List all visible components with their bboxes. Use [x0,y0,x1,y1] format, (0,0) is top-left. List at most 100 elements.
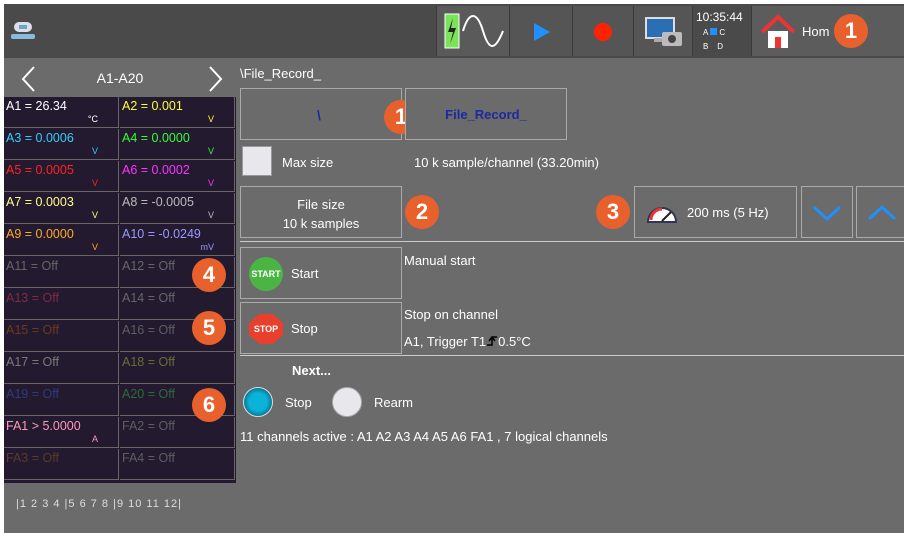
status-clock: 10:35:44 A C B D [692,6,751,56]
status-d: D [717,42,724,51]
start-mode: Manual start [404,253,476,268]
stop-detail-channel: A1, Trigger T1 [404,334,487,349]
channel-value: FA3 = Off [6,451,59,465]
channel-value: A15 = Off [6,323,59,337]
play-icon [534,23,550,41]
speedometer-icon [646,207,678,223]
channel-unit: V [91,242,98,252]
channel-value: A4 = 0.0000 [122,131,190,145]
callout-2: 2 [405,195,439,229]
channel-value: A11 = Off [6,259,59,273]
channel-value: A10 = -0.0249 [122,227,201,241]
folder-button[interactable]: \ [240,88,402,140]
status-a: A [703,28,708,37]
file-name-button[interactable]: File_Record_ [405,88,567,140]
sampling-rate-button[interactable]: 200 ms (5 Hz) [634,186,797,238]
callout-5: 5 [192,311,226,345]
channel-cell[interactable]: A9 = 0.0000 V [4,225,119,256]
channel-cell[interactable]: A7 = 0.0003 V [4,193,119,224]
home-label: Hom [802,24,830,39]
channel-value: FA1 > 5.0000 [6,419,81,433]
channel-cell[interactable]: A17 = Off [4,353,119,384]
channel-cell[interactable]: A1 = 26.34 °C [4,97,119,128]
channel-cell[interactable]: A2 = 0.001 V [120,97,235,128]
stop-detail-threshold: 0.5°C [498,334,531,349]
channel-cell[interactable]: A10 = -0.0249 mV [120,225,235,256]
channel-cell[interactable]: A6 = 0.0002 V [120,161,235,192]
file-size-title: File size [297,197,345,212]
sample-info: 10 k sample/channel (33.20min) [414,155,599,170]
channel-unit: V [91,210,98,220]
file-size-value: 10 k samples [282,216,360,231]
callout-1-home: 1 [834,14,868,48]
channel-cell[interactable]: FA1 > 5.0000 A [4,417,119,448]
home-button[interactable]: Hom 1 [751,6,904,56]
channel-unit: V [91,178,98,188]
chevron-left-icon[interactable] [14,62,44,96]
channel-value: A12 = Off [122,259,175,273]
status-line-top: A C [703,28,725,37]
channel-unit: A [91,434,98,444]
next-rearm-radio[interactable] [332,387,362,417]
channel-cell[interactable]: FA4 = Off [120,449,235,480]
channel-value: A8 = -0.0005 [122,195,194,209]
stop-mode: Stop on channel [404,307,498,322]
channel-cell[interactable]: A3 = 0.0006 V [4,129,119,160]
next-label: Next... [292,363,332,378]
battery-signal-icon [444,13,504,49]
callout-4: 4 [192,258,226,292]
channel-range-label: A1-A20 [96,70,144,86]
channel-unit: mV [200,242,215,252]
max-size-label: Max size [282,155,334,170]
channel-unit: V [91,146,98,156]
channel-cell[interactable]: FA3 = Off [4,449,119,480]
channel-value: A5 = 0.0005 [6,163,74,177]
record-button[interactable] [572,6,633,56]
channel-value: A1 = 26.34 [6,99,67,113]
usb-drive-icon[interactable] [10,19,36,43]
start-button[interactable]: START Start [240,247,402,299]
channel-cell[interactable]: A8 = -0.0005 V [120,193,235,224]
rate-up-button[interactable] [856,186,904,238]
channel-value: FA4 = Off [122,451,175,465]
chevron-down-icon [812,205,842,222]
channel-cell[interactable]: A18 = Off [120,353,235,384]
channel-unit: V [207,178,214,188]
channel-cell[interactable]: FA2 = Off [120,417,235,448]
channel-value: A13 = Off [6,291,59,305]
channel-unit: V [207,210,214,220]
max-size-checkbox[interactable] [242,146,272,176]
channel-cell[interactable]: A15 = Off [4,321,119,352]
file-size-button[interactable]: File size 10 k samples [240,186,402,238]
callout-6: 6 [192,388,226,422]
signal-view-button[interactable] [436,6,509,56]
start-label: Start [291,266,319,281]
play-button[interactable] [509,6,572,56]
stop-button[interactable]: STOP Stop [240,302,402,354]
channel-cell[interactable]: A13 = Off [4,289,119,320]
home-icon [760,14,796,48]
divider-2 [240,355,904,356]
screenshot-button[interactable] [633,6,692,56]
clock-time: 10:35:44 [696,10,743,24]
channel-cell[interactable]: A5 = 0.0005 V [4,161,119,192]
channel-value: A7 = 0.0003 [6,195,74,209]
channel-cell[interactable]: A11 = Off [4,257,119,288]
chevron-right-icon[interactable] [200,62,230,96]
status-indicator [710,28,718,35]
rate-down-button[interactable] [801,186,853,238]
page-selector[interactable]: |1 2 3 4 |5 6 7 8 |9 10 11 12| [16,498,182,510]
channel-value: A2 = 0.001 [122,99,183,113]
start-icon: START [249,257,283,291]
channel-cell[interactable]: A4 = 0.0000 V [120,129,235,160]
monitor-camera-icon [645,17,682,46]
record-icon [594,23,612,41]
channel-value: A20 = Off [122,387,175,401]
channel-value: A14 = Off [122,291,175,305]
status-b: B [703,42,709,51]
rising-edge-icon [487,336,498,346]
channel-cell[interactable]: A19 = Off [4,385,119,416]
channel-unit: V [207,114,214,124]
active-channels-info: 11 channels active : A1 A2 A3 A4 A5 A6 F… [240,429,608,444]
next-stop-radio[interactable] [243,387,273,417]
